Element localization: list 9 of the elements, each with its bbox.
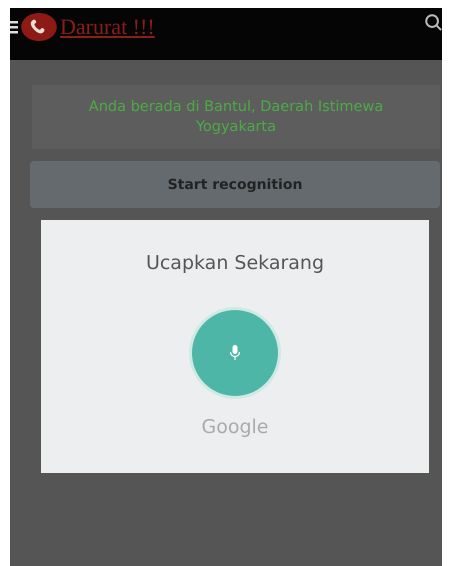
menu-icon[interactable]	[10, 19, 18, 35]
provider-label: Google	[201, 416, 268, 438]
location-text: Anda berada di Bantul, Daerah Istimewa Yogyakarta	[32, 85, 440, 149]
phone-logo-icon	[20, 12, 58, 42]
microphone-icon	[229, 344, 241, 362]
app-title: Darurat !!!	[60, 14, 156, 40]
start-recognition-button[interactable]: Start recognition	[30, 161, 440, 208]
dialog-prompt: Ucapkan Sekarang	[146, 252, 324, 274]
search-icon[interactable]	[424, 12, 442, 32]
